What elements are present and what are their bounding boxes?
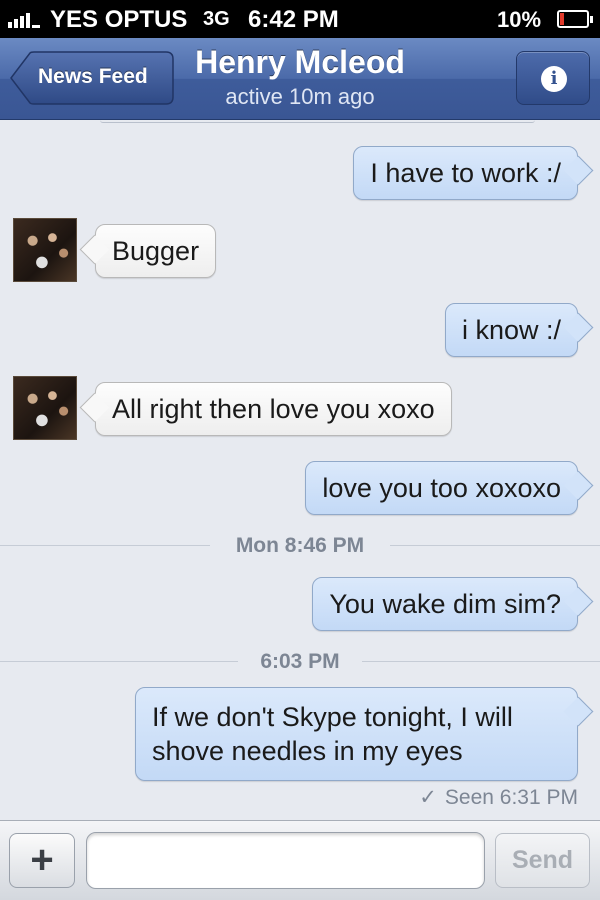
time-separator-label: Mon 8:46 PM — [235, 534, 365, 557]
nav-bar: News Feed Henry Mcleod active 10m ago i — [0, 38, 600, 120]
message-bubble-outgoing[interactable]: I have to work :/ — [353, 146, 578, 200]
conversation[interactable]: I have to work :/ Bugger i know :/ All r… — [0, 120, 600, 820]
message-bubble-outgoing[interactable]: i know :/ — [444, 303, 578, 357]
info-icon: i — [541, 66, 567, 92]
back-button[interactable]: News Feed — [10, 51, 174, 105]
contact-status: active 10m ago — [225, 84, 375, 109]
seen-indicator: ✓ Seen 6:31 PM — [419, 785, 578, 810]
status-bar: YES OPTUS 3G 6:42 PM 10% — [0, 0, 600, 38]
message-text: I have to work :/ — [370, 158, 561, 188]
network-type: 3G — [203, 8, 230, 30]
message-bubble-outgoing[interactable]: love you too xoxoxo — [305, 461, 578, 515]
message-text: If we don't Skype tonight, I will shove … — [152, 702, 513, 766]
message-bubble-outgoing[interactable]: If we don't Skype tonight, I will shove … — [135, 687, 578, 781]
message-bubble-incoming[interactable]: All right then love you xoxo — [95, 382, 452, 436]
message-text: All right then love you xoxo — [112, 394, 435, 424]
message-input[interactable] — [86, 832, 485, 889]
time-separator: Mon 8:46 PM — [0, 531, 600, 561]
check-icon: ✓ — [419, 785, 437, 809]
message-bubble-outgoing[interactable]: You wake dim sim? — [312, 577, 578, 631]
clock: 6:42 PM — [248, 6, 339, 33]
composer-bar: + Send — [0, 820, 600, 900]
message-bubble-incoming[interactable]: Bugger — [95, 224, 217, 278]
send-button[interactable]: Send — [495, 833, 590, 888]
contact-name: Henry Mcleod — [195, 44, 405, 80]
add-attachment-button[interactable]: + — [9, 833, 75, 888]
previous-bubble-edge — [100, 120, 535, 123]
battery-icon — [557, 10, 593, 28]
info-button[interactable]: i — [516, 51, 590, 105]
time-separator: 6:03 PM — [0, 647, 600, 677]
plus-icon: + — [30, 838, 54, 882]
message-text: Bugger — [112, 236, 200, 266]
seen-text: Seen 6:31 PM — [444, 786, 578, 809]
contact-avatar[interactable] — [13, 218, 77, 282]
message-text: i know :/ — [461, 315, 561, 345]
message-text: You wake dim sim? — [329, 589, 561, 619]
message-text: love you too xoxoxo — [322, 473, 561, 503]
carrier-name: YES OPTUS — [50, 6, 188, 33]
signal-strength-icon — [8, 10, 40, 28]
contact-avatar[interactable] — [13, 376, 77, 440]
time-separator-label: 6:03 PM — [260, 650, 340, 673]
battery-percent: 10% — [497, 7, 542, 32]
